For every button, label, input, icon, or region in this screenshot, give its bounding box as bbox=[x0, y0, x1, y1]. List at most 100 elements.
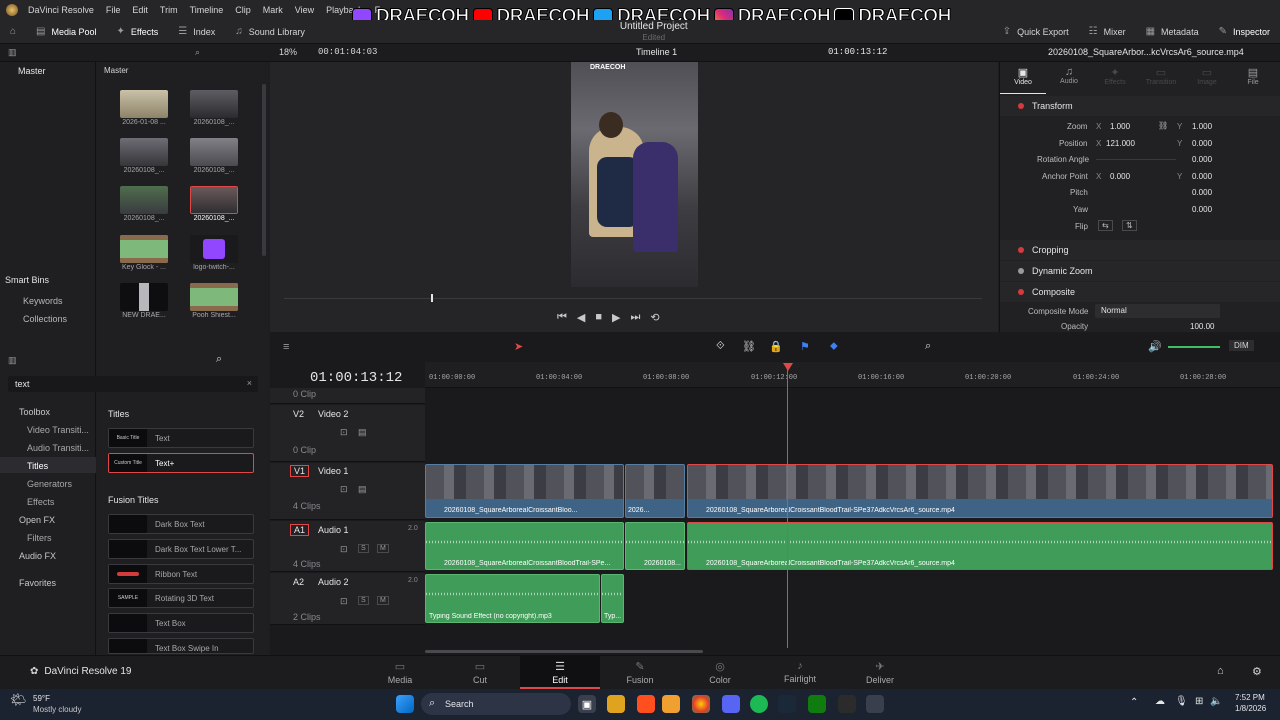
category-audio-transitions[interactable]: Audio Transiti... bbox=[27, 443, 89, 453]
category-audio-fx[interactable]: Audio FX bbox=[19, 551, 56, 561]
rotation-field[interactable]: 0.000 bbox=[1192, 155, 1212, 164]
media-clip[interactable] bbox=[190, 283, 238, 311]
category-open-fx[interactable]: Open FX bbox=[19, 515, 55, 525]
enable-dot-icon[interactable] bbox=[1018, 103, 1024, 109]
audio-clip[interactable]: Typing Sound Effect (no copyright).mp3 bbox=[425, 574, 600, 623]
track-name[interactable]: Video 1 bbox=[318, 466, 348, 476]
track-header-a2[interactable]: A2 Audio 2 2.0 ⊡ S M 2 Clips bbox=[270, 573, 425, 625]
menu-edit[interactable]: Edit bbox=[132, 5, 148, 15]
category-favorites[interactable]: Favorites bbox=[19, 578, 56, 588]
anchor-y-field[interactable]: 0.000 bbox=[1192, 172, 1212, 181]
timeline-options-icon[interactable]: ≡ bbox=[283, 341, 289, 353]
position-y-field[interactable]: 0.000 bbox=[1192, 139, 1212, 148]
scrub-bar[interactable] bbox=[284, 298, 982, 299]
scrub-handle[interactable] bbox=[431, 294, 433, 302]
effects-search-icon[interactable]: ⌕ bbox=[216, 353, 222, 366]
quick-export-button[interactable]: ⇪ Quick Export bbox=[993, 20, 1079, 44]
solo-button[interactable]: S bbox=[358, 596, 369, 605]
file-explorer-icon[interactable] bbox=[607, 695, 625, 713]
category-toolbox[interactable]: Toolbox bbox=[19, 407, 50, 417]
menu-timeline[interactable]: Timeline bbox=[190, 5, 224, 15]
track-visibility-icon[interactable]: ▤ bbox=[358, 484, 367, 495]
viewer-zoom[interactable]: 18% bbox=[279, 47, 297, 57]
davinci-taskbar-icon[interactable] bbox=[866, 695, 884, 713]
flag-icon[interactable]: ⚑ bbox=[800, 340, 810, 353]
page-color[interactable]: ◎ Color bbox=[680, 655, 760, 689]
category-generators[interactable]: Generators bbox=[27, 479, 72, 489]
playhead-handle-icon[interactable] bbox=[783, 363, 793, 371]
snapping-icon[interactable]: ⟐ bbox=[716, 340, 725, 353]
media-clip-selected[interactable] bbox=[190, 186, 238, 214]
composite-mode-select[interactable]: Normal bbox=[1095, 304, 1220, 318]
audio-clip[interactable]: 20260108... bbox=[625, 522, 685, 570]
app-icon[interactable] bbox=[637, 695, 655, 713]
metadata-button[interactable]: ▦ Metadata bbox=[1136, 20, 1209, 44]
menu-file[interactable]: File bbox=[106, 5, 121, 15]
discord-icon[interactable] bbox=[722, 695, 740, 713]
track-lock-icon[interactable]: ⊡ bbox=[340, 544, 348, 555]
panel-toggle-icon[interactable]: ▥ bbox=[8, 355, 17, 366]
effects-search-input[interactable]: text × bbox=[8, 376, 258, 392]
taskbar-search[interactable]: ⌕ Search bbox=[421, 693, 571, 715]
category-video-transitions[interactable]: Video Transiti... bbox=[27, 425, 89, 435]
selection-tool-icon[interactable]: ➤ bbox=[514, 340, 523, 353]
page-media[interactable]: ▭ Media bbox=[360, 655, 440, 689]
category-effects[interactable]: Effects bbox=[27, 497, 54, 507]
enable-dot-icon[interactable] bbox=[1018, 247, 1024, 253]
category-filters[interactable]: Filters bbox=[27, 533, 52, 543]
clock-time[interactable]: 7:52 PM bbox=[1235, 693, 1265, 702]
composite-section[interactable]: Composite bbox=[1000, 282, 1280, 302]
fusion-title[interactable]: SAMPLE Rotating 3D Text bbox=[108, 588, 254, 608]
cropping-section[interactable]: Cropping bbox=[1000, 240, 1280, 260]
skip-forward-icon[interactable]: ⏭ bbox=[631, 311, 641, 324]
track-lock-icon[interactable]: ⊡ bbox=[340, 427, 348, 438]
chrome-icon[interactable] bbox=[692, 695, 710, 713]
sound-library-button[interactable]: ♫ Sound Library bbox=[225, 20, 315, 44]
index-button[interactable]: ☰ Index bbox=[168, 20, 225, 44]
track-header-v2[interactable]: V2 Video 2 ⊡ ▤ 0 Clip bbox=[270, 405, 425, 462]
settings-gear-icon[interactable]: ⚙ bbox=[1252, 665, 1262, 678]
layout-icon[interactable]: ▥ bbox=[8, 47, 17, 58]
zoom-x-field[interactable]: 1.000 bbox=[1110, 122, 1130, 131]
track-lock-icon[interactable]: ⊡ bbox=[340, 484, 348, 495]
volume-icon[interactable]: 🔊 bbox=[1148, 340, 1162, 353]
mute-button[interactable]: M bbox=[377, 596, 389, 605]
track-id[interactable]: A1 bbox=[290, 524, 310, 536]
search-icon[interactable]: ⌕ bbox=[195, 47, 200, 58]
smart-bin-collections[interactable]: Collections bbox=[23, 314, 67, 324]
speaker-icon[interactable]: 🔈 bbox=[1210, 696, 1222, 707]
position-x-field[interactable]: 121.000 bbox=[1106, 139, 1135, 148]
transform-section[interactable]: Transform bbox=[1000, 96, 1280, 116]
microphone-icon[interactable]: 🎙 bbox=[1175, 696, 1188, 707]
page-deliver[interactable]: ✈ Deliver bbox=[840, 655, 920, 689]
track-name[interactable]: Video 2 bbox=[318, 409, 348, 419]
rotation-slider[interactable] bbox=[1096, 159, 1176, 160]
mute-button[interactable]: M bbox=[377, 544, 389, 553]
track-id[interactable]: A2 bbox=[293, 577, 304, 587]
cloud-icon[interactable]: ☁ bbox=[1155, 696, 1165, 707]
tab-video[interactable]: ▣ Video bbox=[1000, 66, 1046, 94]
track-header-v1[interactable]: V1 Video 1 ⊡ ▤ 4 Clips bbox=[270, 463, 425, 520]
fusion-title[interactable]: Dark Box Text bbox=[108, 514, 254, 534]
play-icon[interactable]: ▶ bbox=[612, 311, 620, 324]
toggle-panel-button[interactable]: ⌂ bbox=[0, 20, 26, 44]
page-fusion[interactable]: ✎ Fusion bbox=[600, 655, 680, 689]
marker-icon[interactable]: ⬥ bbox=[830, 340, 838, 353]
tab-effects[interactable]: ✦ Effects bbox=[1092, 66, 1138, 94]
audio-clip-selected[interactable]: 20260108_SquareArborealCroissantBloodTra… bbox=[687, 522, 1273, 570]
page-fairlight[interactable]: ♪ Fairlight bbox=[760, 655, 840, 689]
menu-trim[interactable]: Trim bbox=[160, 5, 178, 15]
media-clip[interactable] bbox=[190, 235, 238, 263]
flip-horizontal-icon[interactable]: ⇆ bbox=[1098, 220, 1113, 231]
menu-view[interactable]: View bbox=[295, 5, 314, 15]
lock-icon[interactable]: 🔒 bbox=[769, 340, 783, 353]
audio-clip[interactable]: 20260108_SquareArborealCroissantBloodTra… bbox=[425, 522, 624, 570]
link-icon[interactable]: ⛓ bbox=[1158, 121, 1168, 130]
volume-slider[interactable] bbox=[1168, 346, 1220, 348]
task-view-icon[interactable]: ▣ bbox=[578, 695, 596, 713]
track-header-a1[interactable]: A1 Audio 1 2.0 ⊡ S M 4 Clips bbox=[270, 521, 425, 572]
enable-dot-icon[interactable] bbox=[1018, 268, 1024, 274]
stop-icon[interactable]: ■ bbox=[595, 311, 602, 324]
xbox-icon[interactable] bbox=[808, 695, 826, 713]
media-clip[interactable] bbox=[120, 283, 168, 311]
